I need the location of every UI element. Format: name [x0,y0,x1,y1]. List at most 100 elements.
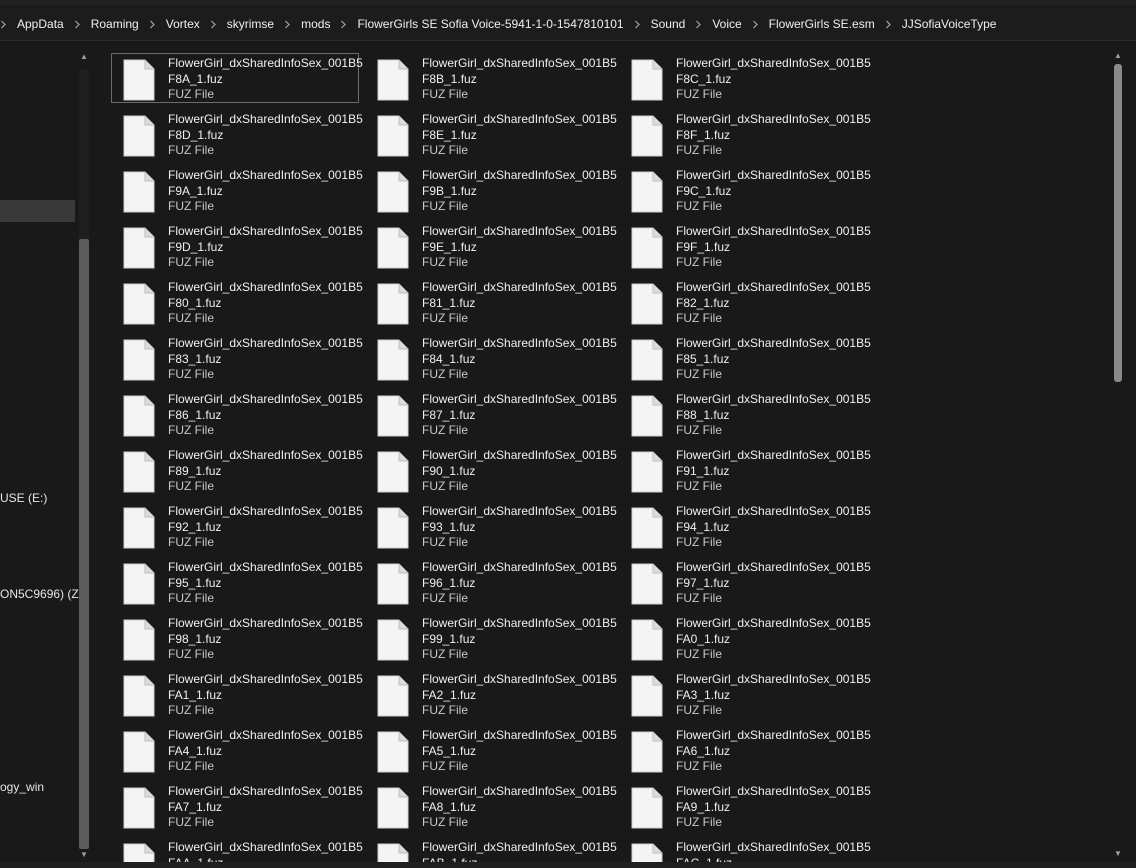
file-item[interactable]: FlowerGirl_dxSharedInfoSex_001B5 F89_1.f… [111,445,363,495]
file-item[interactable]: FlowerGirl_dxSharedInfoSex_001B5 F8B_1.f… [365,53,617,103]
file-item[interactable]: FlowerGirl_dxSharedInfoSex_001B5 FA4_1.f… [111,725,363,775]
file-item[interactable]: FlowerGirl_dxSharedInfoSex_001B5 F97_1.f… [619,557,871,607]
file-label: FlowerGirl_dxSharedInfoSex_001B5 F9F_1.f… [676,224,871,271]
file-item[interactable]: FlowerGirl_dxSharedInfoSex_001B5 FA0_1.f… [619,613,871,663]
nav-item-drive-e[interactable]: USE (E:) [0,491,47,505]
breadcrumb-item[interactable]: Roaming [89,15,141,33]
chevron-right-icon[interactable] [0,20,15,29]
file-item[interactable]: FlowerGirl_dxSharedInfoSex_001B5 F8D_1.f… [111,109,363,159]
file-type: FUZ File [168,87,214,101]
file-item[interactable]: FlowerGirl_dxSharedInfoSex_001B5 F84_1.f… [365,333,617,383]
breadcrumb-item[interactable]: FlowerGirls SE.esm [767,15,877,33]
file-item[interactable]: FlowerGirl_dxSharedInfoSex_001B5 F83_1.f… [111,333,363,383]
file-name-line1: FlowerGirl_dxSharedInfoSex_001B5 [422,56,617,70]
file-item[interactable]: FlowerGirl_dxSharedInfoSex_001B5 FA5_1.f… [365,725,617,775]
file-icon [377,283,409,325]
scroll-up-arrow-icon[interactable]: ▲ [1114,52,1122,60]
chevron-right-icon[interactable] [332,20,355,29]
file-item[interactable]: FlowerGirl_dxSharedInfoSex_001B5 F90_1.f… [365,445,617,495]
file-name-line1: FlowerGirl_dxSharedInfoSex_001B5 [676,168,871,182]
file-item[interactable]: FlowerGirl_dxSharedInfoSex_001B5 FA9_1.f… [619,781,871,831]
file-name-line1: FlowerGirl_dxSharedInfoSex_001B5 [676,504,871,518]
chevron-right-icon[interactable] [66,20,89,29]
scroll-up-arrow-icon[interactable]: ▲ [80,53,88,61]
file-label: FlowerGirl_dxSharedInfoSex_001B5 FA8_1.f… [422,784,617,831]
file-item[interactable]: FlowerGirl_dxSharedInfoSex_001B5 F9F_1.f… [619,221,871,271]
nav-scrollbar[interactable]: ▲ ▼ [78,49,90,861]
file-item[interactable]: FlowerGirl_dxSharedInfoSex_001B5 FA7_1.f… [111,781,363,831]
file-item[interactable]: FlowerGirl_dxSharedInfoSex_001B5 FA3_1.f… [619,669,871,719]
file-item[interactable]: FlowerGirl_dxSharedInfoSex_001B5 FA2_1.f… [365,669,617,719]
file-name-line2: F84_1.fuz [422,351,476,366]
file-item[interactable]: FlowerGirl_dxSharedInfoSex_001B5 F9E_1.f… [365,221,617,271]
file-name-line1: FlowerGirl_dxSharedInfoSex_001B5 [676,112,871,126]
nav-selected-item[interactable] [0,200,75,222]
file-view-scrollbar[interactable]: ▲ ▼ [1111,50,1125,868]
file-item[interactable]: FlowerGirl_dxSharedInfoSex_001B5 F85_1.f… [619,333,871,383]
file-item[interactable]: FlowerGirl_dxSharedInfoSex_001B5 F9D_1.f… [111,221,363,271]
file-name-line2: F85_1.fuz [676,351,730,366]
file-type: FUZ File [422,199,468,213]
file-item[interactable]: FlowerGirl_dxSharedInfoSex_001B5 F91_1.f… [619,445,871,495]
breadcrumb-item[interactable]: Sound [649,15,688,33]
nav-item-ogy-win[interactable]: ogy_win [0,780,44,794]
file-view-scroll-thumb[interactable] [1114,64,1122,382]
file-icon [377,115,409,157]
chevron-right-icon[interactable] [626,20,649,29]
breadcrumb-item[interactable]: skyrimse [225,15,276,33]
nav-item-drive-z[interactable]: ON5C9696) (Z:) [0,587,86,601]
breadcrumb-item[interactable]: JJSofiaVoiceType [900,15,999,33]
breadcrumb-item[interactable]: Voice [710,15,743,33]
scroll-down-arrow-icon[interactable]: ▼ [1114,850,1122,858]
breadcrumb-item[interactable]: mods [299,15,332,33]
chevron-right-icon[interactable] [877,20,900,29]
file-name-line2: F9F_1.fuz [676,239,731,254]
file-item[interactable]: FlowerGirl_dxSharedInfoSex_001B5 F8E_1.f… [365,109,617,159]
file-label: FlowerGirl_dxSharedInfoSex_001B5 F83_1.f… [168,336,363,383]
file-item[interactable]: FlowerGirl_dxSharedInfoSex_001B5 F95_1.f… [111,557,363,607]
file-item[interactable]: FlowerGirl_dxSharedInfoSex_001B5 F8A_1.f… [111,53,363,103]
file-type: FUZ File [422,255,468,269]
file-item[interactable]: FlowerGirl_dxSharedInfoSex_001B5 F96_1.f… [365,557,617,607]
file-item[interactable]: FlowerGirl_dxSharedInfoSex_001B5 F98_1.f… [111,613,363,663]
file-label: FlowerGirl_dxSharedInfoSex_001B5 F81_1.f… [422,280,617,327]
file-item[interactable]: FlowerGirl_dxSharedInfoSex_001B5 F94_1.f… [619,501,871,551]
file-item[interactable]: FlowerGirl_dxSharedInfoSex_001B5 F99_1.f… [365,613,617,663]
file-item[interactable]: FlowerGirl_dxSharedInfoSex_001B5 F92_1.f… [111,501,363,551]
chevron-right-icon[interactable] [276,20,299,29]
file-name-line2: FA8_1.fuz [422,799,477,814]
file-label: FlowerGirl_dxSharedInfoSex_001B5 FA1_1.f… [168,672,363,719]
scroll-down-arrow-icon[interactable]: ▼ [80,851,88,859]
file-item[interactable]: FlowerGirl_dxSharedInfoSex_001B5 F87_1.f… [365,389,617,439]
chevron-right-icon[interactable] [141,20,164,29]
file-icon [123,395,155,437]
chevron-right-icon[interactable] [687,20,710,29]
file-name-line2: FA5_1.fuz [422,743,477,758]
file-item[interactable]: FlowerGirl_dxSharedInfoSex_001B5 F93_1.f… [365,501,617,551]
breadcrumb-item[interactable]: AppData [15,15,66,33]
file-item[interactable]: FlowerGirl_dxSharedInfoSex_001B5 F9B_1.f… [365,165,617,215]
file-item[interactable]: FlowerGirl_dxSharedInfoSex_001B5 F8F_1.f… [619,109,871,159]
breadcrumb-item[interactable]: FlowerGirls SE Sofia Voice-5941-1-0-1547… [355,15,625,33]
file-item[interactable]: FlowerGirl_dxSharedInfoSex_001B5 FA6_1.f… [619,725,871,775]
file-item[interactable]: FlowerGirl_dxSharedInfoSex_001B5 F86_1.f… [111,389,363,439]
file-item[interactable]: FlowerGirl_dxSharedInfoSex_001B5 F82_1.f… [619,277,871,327]
file-item[interactable]: FlowerGirl_dxSharedInfoSex_001B5 F81_1.f… [365,277,617,327]
file-item[interactable]: FlowerGirl_dxSharedInfoSex_001B5 FA8_1.f… [365,781,617,831]
file-item[interactable]: FlowerGirl_dxSharedInfoSex_001B5 F80_1.f… [111,277,363,327]
file-icon [631,59,663,101]
chevron-right-icon[interactable] [744,20,767,29]
file-item[interactable]: FlowerGirl_dxSharedInfoSex_001B5 F9C_1.f… [619,165,871,215]
file-item[interactable]: FlowerGirl_dxSharedInfoSex_001B5 FA1_1.f… [111,669,363,719]
chevron-right-icon[interactable] [202,20,225,29]
breadcrumb-item[interactable]: Vortex [164,15,202,33]
file-icon [631,451,663,493]
file-item[interactable]: FlowerGirl_dxSharedInfoSex_001B5 F88_1.f… [619,389,871,439]
file-name-line2: F99_1.fuz [422,631,476,646]
breadcrumb[interactable]: AppData Roaming Vortex skyrimse mods FlowerGi… [0,8,1136,41]
file-item[interactable]: FlowerGirl_dxSharedInfoSex_001B5 F9A_1.f… [111,165,363,215]
file-name-line2: F9E_1.fuz [422,239,477,254]
file-item[interactable]: FlowerGirl_dxSharedInfoSex_001B5 F8C_1.f… [619,53,871,103]
file-icon [377,395,409,437]
nav-scroll-thumb[interactable] [79,239,89,849]
